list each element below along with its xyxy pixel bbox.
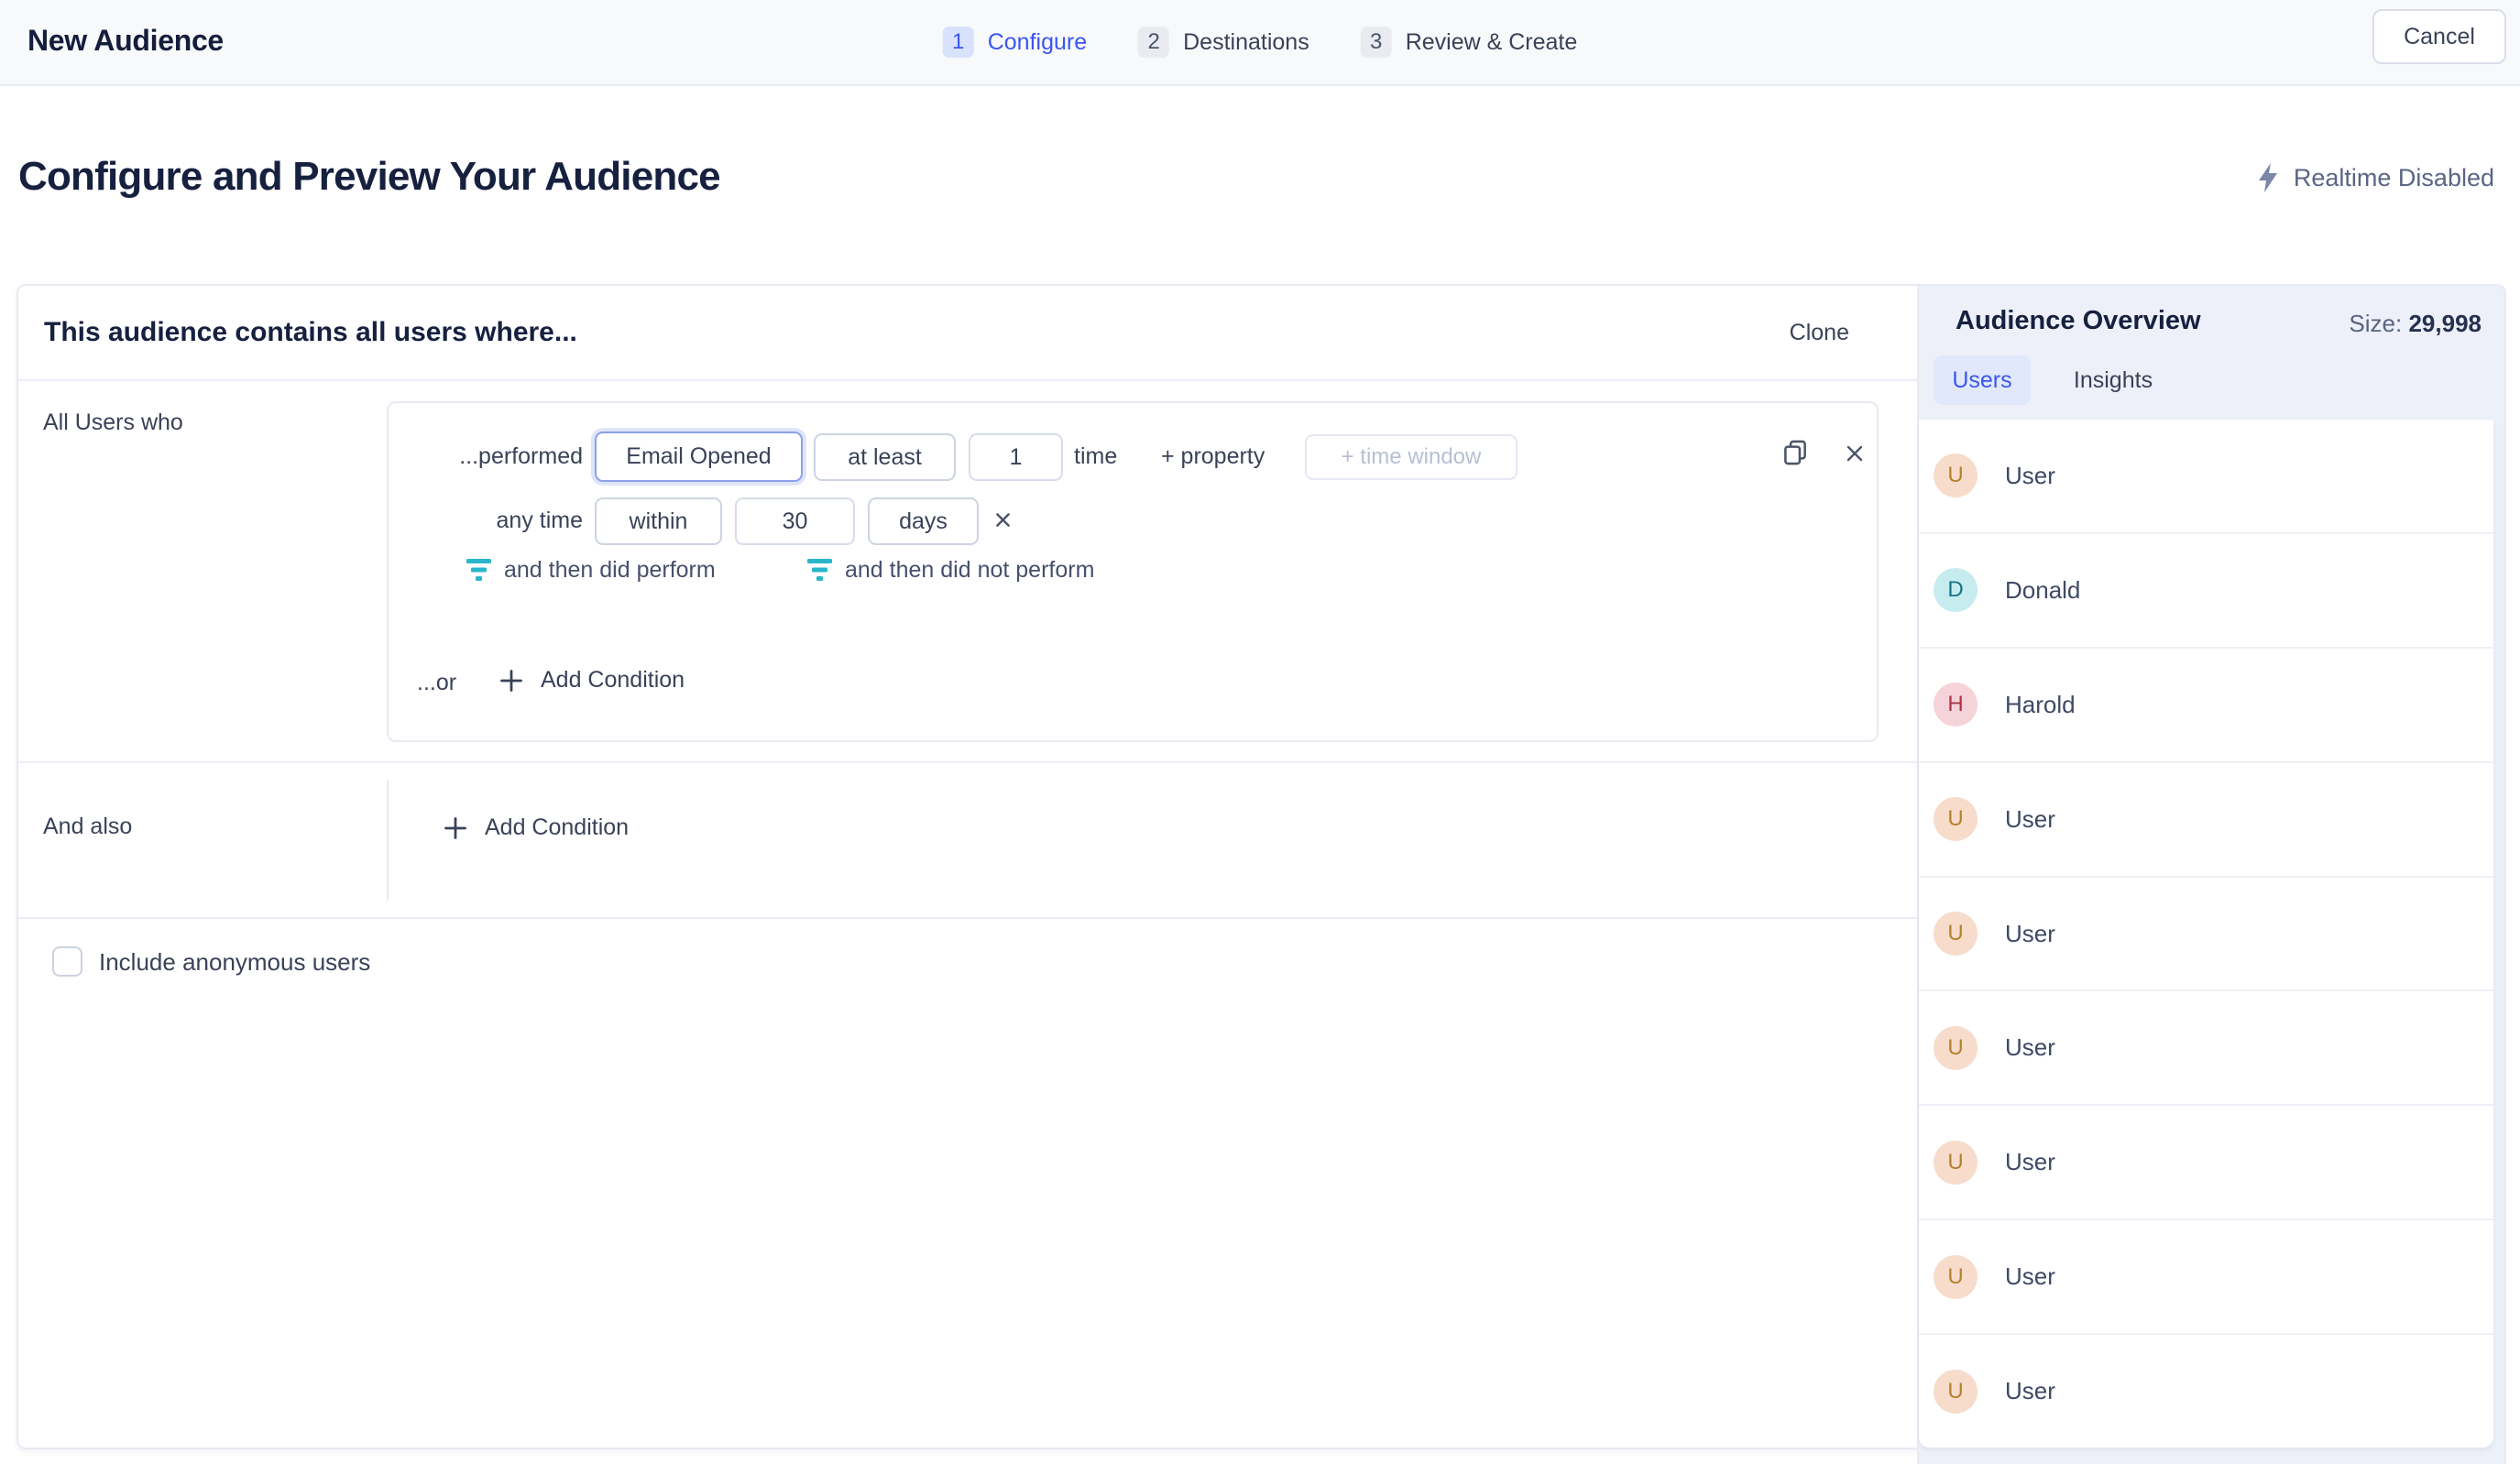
anonymous-users-checkbox[interactable] bbox=[52, 946, 82, 977]
add-or-condition-label: Add Condition bbox=[541, 667, 685, 694]
then-did-perform-button[interactable]: and then did perform bbox=[466, 557, 716, 584]
condition-group: ...performed Email Opened at least time … bbox=[387, 401, 1879, 742]
step-label: Configure bbox=[988, 29, 1087, 56]
remove-time-window-button[interactable] bbox=[993, 510, 1013, 530]
user-name: Donald bbox=[2005, 576, 2080, 605]
or-label: ...or bbox=[417, 669, 456, 696]
avatar: U bbox=[1934, 797, 1978, 841]
anytime-label: any time bbox=[447, 507, 583, 534]
step-label: Destinations bbox=[1183, 29, 1309, 56]
user-name: Harold bbox=[2005, 691, 2076, 719]
section-divider bbox=[387, 780, 389, 901]
main-heading: Configure and Preview Your Audience bbox=[18, 154, 720, 200]
window-count-input[interactable] bbox=[735, 497, 855, 545]
time-window-button[interactable]: + time window bbox=[1305, 434, 1517, 480]
user-name: User bbox=[2005, 1033, 2055, 1062]
step-number: 1 bbox=[943, 27, 974, 58]
list-item[interactable]: D Donald bbox=[1919, 532, 2493, 647]
all-users-section: All Users who ...performed Email Opened … bbox=[18, 381, 1917, 763]
avatar: U bbox=[1934, 912, 1978, 956]
options-section: Include anonymous users bbox=[18, 919, 1917, 1452]
step-review-create[interactable]: 3 Review & Create bbox=[1361, 27, 1578, 58]
step-configure[interactable]: 1 Configure bbox=[943, 27, 1087, 58]
add-and-condition-button[interactable]: Add Condition bbox=[443, 814, 629, 841]
avatar: U bbox=[1934, 1370, 1978, 1414]
cancel-button[interactable]: Cancel bbox=[2372, 9, 2506, 64]
avatar: H bbox=[1934, 683, 1978, 727]
list-item[interactable]: U User bbox=[1919, 1333, 2493, 1448]
size-label: Size: bbox=[2349, 310, 2402, 337]
funnel-icon bbox=[807, 558, 832, 583]
operator-select[interactable]: at least bbox=[814, 433, 956, 481]
avatar: U bbox=[1934, 1026, 1978, 1070]
user-list: UUserDDonaldHHaroldUUserUUserUUserUUserU… bbox=[1919, 420, 2493, 1448]
audience-size: Size: 29,998 bbox=[2349, 310, 2482, 338]
list-item[interactable]: U User bbox=[1919, 876, 2493, 990]
add-and-condition-label: Add Condition bbox=[485, 814, 629, 841]
then-did-perform-label: and then did perform bbox=[504, 557, 716, 584]
user-name: User bbox=[2005, 1262, 2055, 1291]
step-label: Review & Create bbox=[1406, 29, 1578, 56]
add-or-condition-button[interactable]: Add Condition bbox=[499, 667, 685, 694]
close-icon bbox=[1844, 442, 1866, 464]
builder-card-title: This audience contains all users where..… bbox=[44, 317, 577, 348]
within-select[interactable]: within bbox=[595, 497, 722, 545]
add-property-button[interactable]: + property bbox=[1161, 442, 1265, 470]
step-number: 3 bbox=[1361, 27, 1392, 58]
tab-users[interactable]: Users bbox=[1934, 355, 2031, 405]
avatar: U bbox=[1934, 1141, 1978, 1185]
time-label: time bbox=[1074, 442, 1117, 470]
builder-card-header: This audience contains all users where..… bbox=[18, 286, 1917, 381]
clone-button[interactable]: Clone bbox=[1790, 320, 1849, 346]
avatar: U bbox=[1934, 453, 1978, 497]
performed-label: ...performed bbox=[447, 442, 583, 470]
lightning-icon bbox=[2257, 163, 2279, 192]
plus-icon bbox=[443, 815, 468, 841]
count-input[interactable] bbox=[969, 433, 1063, 481]
then-did-not-perform-button[interactable]: and then did not perform bbox=[807, 557, 1094, 584]
and-also-section: And also Add Condition bbox=[18, 763, 1917, 919]
funnel-icon bbox=[466, 558, 491, 583]
step-destinations[interactable]: 2 Destinations bbox=[1138, 27, 1309, 58]
tab-insights[interactable]: Insights bbox=[2058, 355, 2168, 405]
user-name: User bbox=[2005, 1377, 2055, 1405]
list-item[interactable]: U User bbox=[1919, 989, 2493, 1104]
duplicate-condition-button[interactable] bbox=[1780, 437, 1811, 468]
list-item[interactable]: U User bbox=[1919, 420, 2493, 532]
close-icon bbox=[993, 510, 1013, 530]
anonymous-users-label: Include anonymous users bbox=[99, 948, 370, 977]
step-number: 2 bbox=[1138, 27, 1169, 58]
avatar: D bbox=[1934, 568, 1978, 612]
size-value: 29,998 bbox=[2408, 310, 2482, 337]
user-name: User bbox=[2005, 805, 2055, 834]
audience-builder-card: This audience contains all users where..… bbox=[16, 284, 1917, 1449]
window-unit-select[interactable]: days bbox=[868, 497, 979, 545]
then-did-not-perform-label: and then did not perform bbox=[845, 557, 1094, 584]
duplicate-icon bbox=[1780, 437, 1811, 468]
list-item[interactable]: H Harold bbox=[1919, 647, 2493, 761]
user-name: User bbox=[2005, 462, 2055, 490]
list-item[interactable]: U User bbox=[1919, 1104, 2493, 1218]
realtime-status-label: Realtime Disabled bbox=[2294, 164, 2494, 192]
event-select[interactable]: Email Opened bbox=[595, 432, 803, 482]
list-item[interactable]: U User bbox=[1919, 761, 2493, 876]
remove-condition-button[interactable] bbox=[1844, 442, 1866, 464]
user-name: User bbox=[2005, 1148, 2055, 1176]
and-also-label: And also bbox=[43, 814, 132, 840]
overview-title: Audience Overview bbox=[1956, 306, 2201, 336]
list-item[interactable]: U User bbox=[1919, 1218, 2493, 1333]
user-name: User bbox=[2005, 920, 2055, 948]
page-title: New Audience bbox=[27, 24, 224, 58]
realtime-status: Realtime Disabled bbox=[2257, 163, 2494, 192]
audience-overview-panel: Audience Overview Size: 29,998 Users Ins… bbox=[1917, 284, 2506, 1464]
top-bar: New Audience 1 Configure 2 Destinations 3 Rev… bbox=[0, 0, 2520, 86]
wizard-stepper: 1 Configure 2 Destinations 3 Review & Create bbox=[917, 0, 1604, 84]
avatar: U bbox=[1934, 1255, 1978, 1299]
group-label: All Users who bbox=[43, 409, 183, 436]
plus-icon bbox=[499, 668, 524, 694]
